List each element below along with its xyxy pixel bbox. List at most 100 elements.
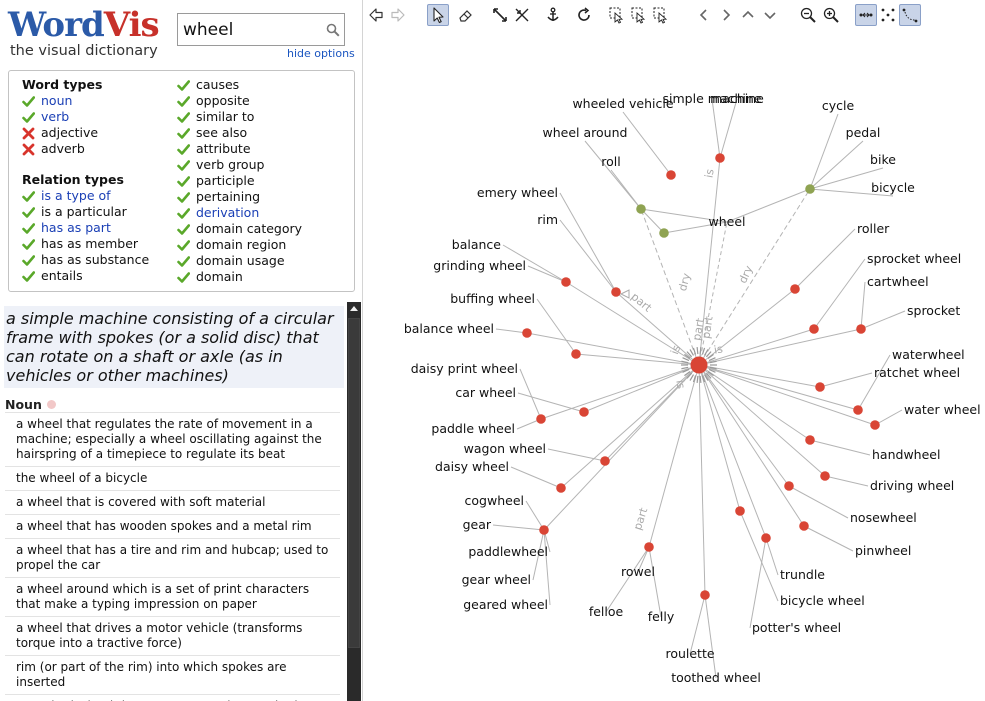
- node-label-cartwheel[interactable]: cartwheel: [867, 274, 929, 289]
- expand-button[interactable]: [489, 4, 511, 26]
- pan-right-button[interactable]: [715, 4, 737, 26]
- sense-item[interactable]: rim (or part of the rim) into which spok…: [5, 655, 340, 694]
- senses-scrollbar[interactable]: [347, 302, 361, 701]
- word-graph[interactable]: is dry part part dry part is is is part simple mac…: [363, 30, 985, 701]
- option-domain-usage[interactable]: domain usage: [177, 253, 302, 269]
- zoom-in-button[interactable]: [820, 4, 842, 26]
- node-label-toothed-wheel[interactable]: toothed wheel: [671, 670, 761, 685]
- back-button[interactable]: [365, 4, 387, 26]
- option-domain-region[interactable]: domain region: [177, 237, 302, 253]
- node-label-rim[interactable]: rim: [537, 212, 558, 227]
- node-label-gear[interactable]: gear: [463, 517, 492, 532]
- noun-node[interactable]: [611, 287, 621, 297]
- option-opposite[interactable]: opposite: [177, 93, 302, 109]
- node-label-felly[interactable]: felly: [648, 609, 675, 624]
- forward-button[interactable]: [387, 4, 409, 26]
- node-label-bicycle-wheel[interactable]: bicycle wheel: [780, 593, 865, 608]
- noun-node[interactable]: [761, 533, 771, 543]
- node-label-water-wheel[interactable]: water wheel: [904, 402, 981, 417]
- noun-node[interactable]: [556, 483, 566, 493]
- noun-node[interactable]: [805, 435, 815, 445]
- sense-item[interactable]: a wheel that is covered with soft materi…: [5, 490, 340, 514]
- center-word-node[interactable]: [690, 356, 708, 374]
- node-label-daisy-wheel[interactable]: daisy wheel: [435, 459, 509, 474]
- verb-hub-label[interactable]: wheel: [709, 214, 746, 229]
- noun-node[interactable]: [700, 590, 710, 600]
- option-verb-group[interactable]: verb group: [177, 157, 302, 173]
- node-label-trundle[interactable]: trundle: [780, 567, 825, 582]
- node-label-roulette[interactable]: roulette: [665, 646, 714, 661]
- noun-node[interactable]: [644, 542, 654, 552]
- node-label-roller[interactable]: roller: [857, 221, 890, 236]
- sense-item[interactable]: the wheel of a bicycle: [5, 466, 340, 490]
- select-c-button[interactable]: [628, 4, 650, 26]
- option-has-as-part[interactable]: has as part: [22, 220, 149, 236]
- node-label-gear-wheel[interactable]: gear wheel: [462, 572, 531, 587]
- option-adverb[interactable]: adverb: [22, 141, 149, 157]
- pan-down-button[interactable]: [759, 4, 781, 26]
- select-arrow-button[interactable]: [427, 4, 449, 26]
- magnifier-icon[interactable]: [326, 23, 340, 37]
- node-label-wagon-wheel[interactable]: wagon wheel: [464, 441, 546, 456]
- option-pertaining[interactable]: pertaining: [177, 189, 302, 205]
- option-domain-category[interactable]: domain category: [177, 221, 302, 237]
- noun-node[interactable]: [799, 521, 809, 531]
- sense-item[interactable]: a wheel that drives a motor vehicle (tra…: [5, 616, 340, 655]
- hide-options-link[interactable]: hide options: [287, 47, 355, 60]
- node-label-pinwheel[interactable]: pinwheel: [855, 543, 911, 558]
- node-label-machine[interactable]: machine: [710, 91, 764, 106]
- noun-node[interactable]: [600, 456, 610, 466]
- anchor-button[interactable]: [542, 4, 564, 26]
- select-x-button[interactable]: [650, 4, 672, 26]
- node-label-ratchet-wheel[interactable]: ratchet wheel: [874, 365, 960, 380]
- node-label-pedal[interactable]: pedal: [846, 125, 881, 140]
- noun-node[interactable]: [571, 349, 581, 359]
- node-label-roll[interactable]: roll: [601, 154, 620, 169]
- node-label-nosewheel[interactable]: nosewheel: [850, 510, 917, 525]
- noun-node[interactable]: [784, 481, 794, 491]
- node-label-bike[interactable]: bike: [870, 152, 896, 167]
- option-is-a-type-of[interactable]: is a type of: [22, 188, 149, 204]
- noun-node[interactable]: [853, 405, 863, 415]
- layout-scatter-button[interactable]: [877, 4, 899, 26]
- noun-node[interactable]: [856, 324, 866, 334]
- node-label-grinding-wheel[interactable]: grinding wheel: [433, 258, 526, 273]
- noun-node[interactable]: [715, 153, 725, 163]
- node-label-geared-wheel[interactable]: geared wheel: [463, 597, 548, 612]
- scroll-up-icon[interactable]: [350, 306, 358, 311]
- option-attribute[interactable]: attribute: [177, 141, 302, 157]
- sense-item[interactable]: a wheel that has wooden spokes and a met…: [5, 514, 340, 538]
- noun-node[interactable]: [666, 170, 676, 180]
- select-n-button[interactable]: [606, 4, 628, 26]
- option-is-a-particular[interactable]: is a particular: [22, 204, 149, 220]
- node-label-paddlewheel[interactable]: paddlewheel: [468, 544, 548, 559]
- option-entails[interactable]: entails: [22, 268, 149, 284]
- node-label-car-wheel[interactable]: car wheel: [455, 385, 516, 400]
- option-participle[interactable]: participle: [177, 173, 302, 189]
- verb-node[interactable]: [659, 228, 669, 238]
- refresh-button[interactable]: [573, 4, 595, 26]
- option-has-as-member[interactable]: has as member: [22, 236, 149, 252]
- node-label-rowel[interactable]: rowel: [621, 564, 655, 579]
- option-verb[interactable]: verb: [22, 109, 149, 125]
- noun-node[interactable]: [735, 506, 745, 516]
- noun-node[interactable]: [820, 471, 830, 481]
- option-see-also[interactable]: see also: [177, 125, 302, 141]
- node-label-buffing-wheel[interactable]: buffing wheel: [450, 291, 535, 306]
- node-label-waterwheel[interactable]: waterwheel: [892, 347, 965, 362]
- node-label-sprocket[interactable]: sprocket: [907, 303, 960, 318]
- node-label-cycle[interactable]: cycle: [822, 98, 855, 113]
- option-noun[interactable]: noun: [22, 93, 149, 109]
- node-label-wheeled-vehicle[interactable]: wheeled vehicle: [572, 96, 673, 111]
- sense-item[interactable]: a wheel that has a tire and rim and hubc…: [5, 538, 340, 577]
- pan-up-button[interactable]: [737, 4, 759, 26]
- node-label-cogwheel[interactable]: cogwheel: [465, 493, 524, 508]
- node-label-potter-s-wheel[interactable]: potter's wheel: [752, 620, 841, 635]
- node-label-sprocket-wheel[interactable]: sprocket wheel: [867, 251, 961, 266]
- node-label-handwheel[interactable]: handwheel: [872, 447, 940, 462]
- word-graph-canvas[interactable]: isdrypartpartdrypartisisispartsimple mac…: [363, 30, 985, 701]
- noun-node[interactable]: [815, 382, 825, 392]
- option-causes[interactable]: causes: [177, 77, 302, 93]
- node-label-felloe[interactable]: felloe: [589, 604, 624, 619]
- search-input[interactable]: [178, 14, 318, 45]
